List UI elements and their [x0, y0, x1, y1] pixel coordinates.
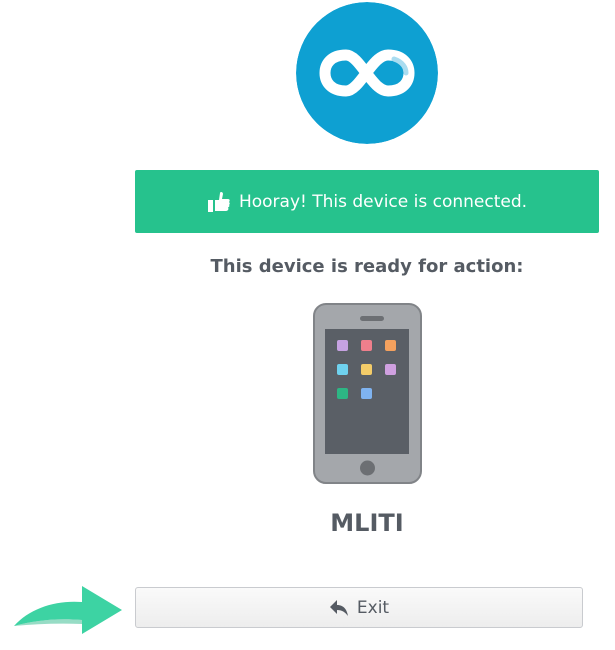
- app-logo: [296, 2, 438, 144]
- reply-icon: [329, 599, 349, 617]
- green-arrow-icon: [12, 578, 124, 634]
- smartphone-icon: [313, 303, 422, 484]
- infinity-logo-icon: [296, 2, 438, 144]
- exit-button[interactable]: Exit: [135, 587, 583, 628]
- device-illustration: [313, 303, 422, 484]
- thumbs-up-icon: [207, 191, 231, 213]
- ready-heading: This device is ready for action:: [210, 256, 524, 277]
- device-name: MLITI: [330, 509, 404, 537]
- connection-status-text: Hooray! This device is connected.: [238, 191, 528, 212]
- exit-button-label: Exit: [356, 597, 390, 618]
- connection-success-banner: Hooray! This device is connected.: [135, 170, 599, 233]
